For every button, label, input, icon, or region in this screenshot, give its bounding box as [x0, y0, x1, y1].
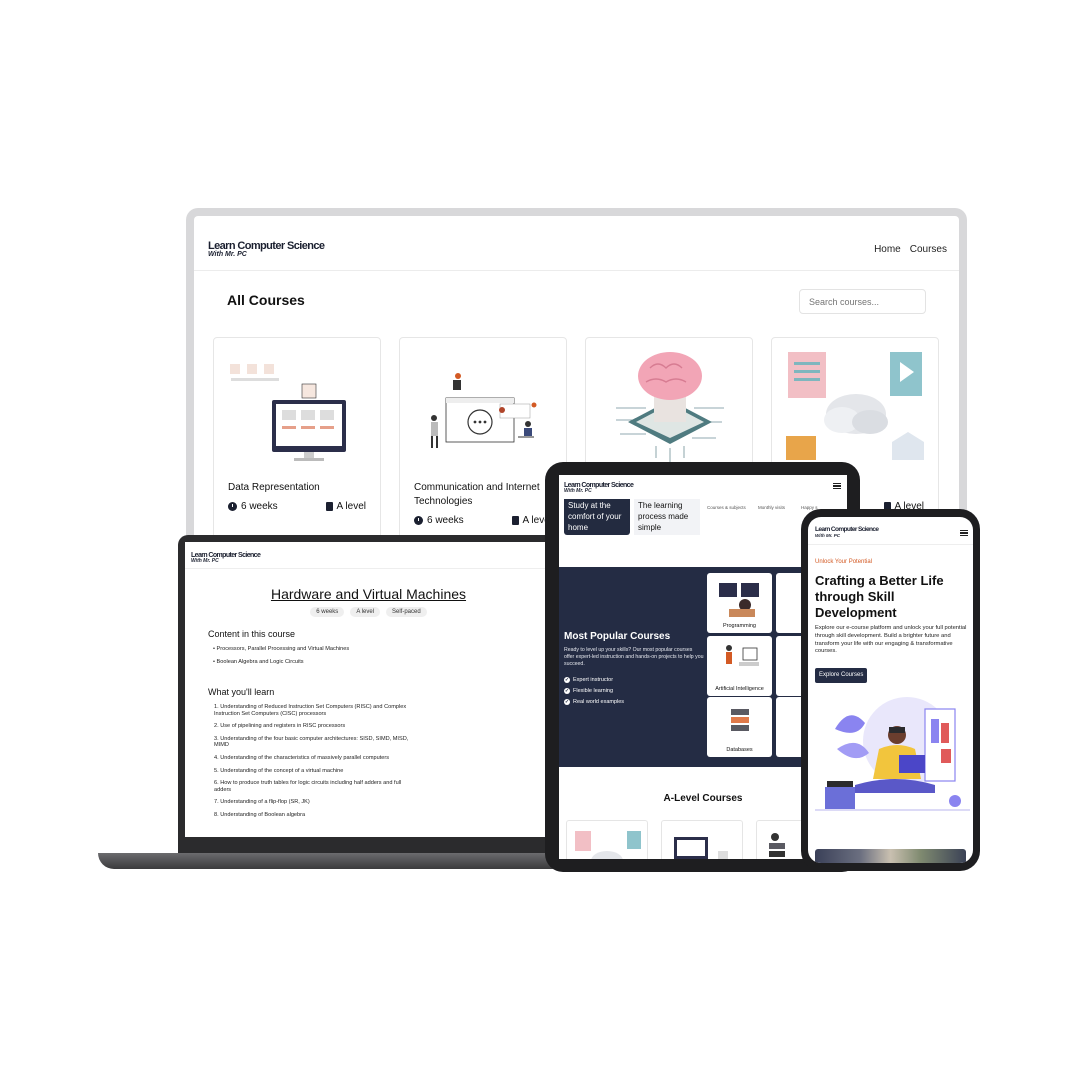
nav-courses-link[interactable]: Courses: [910, 244, 947, 255]
clock-icon: [228, 502, 237, 511]
menu-icon[interactable]: [960, 530, 968, 536]
brain-chip-illustration: [616, 352, 724, 462]
phone-screen: Learn Computer Science With Mr. PC Unloc…: [808, 517, 973, 863]
menu-icon[interactable]: [833, 483, 841, 489]
tag-level: A level: [350, 607, 380, 617]
course-page-title: Hardware and Virtual Machines: [270, 586, 467, 602]
laptop: Learn Computer Science With Mr. PC Hardw…: [178, 535, 558, 857]
stat-label: Courses & subjects: [707, 505, 746, 510]
database-icon: [731, 709, 749, 731]
laptop-base: [98, 853, 568, 869]
tile-label: Programming: [722, 622, 756, 629]
hero-box-home: Study at the comfort of your home: [564, 499, 630, 535]
nav-home-link[interactable]: Home: [874, 244, 901, 255]
logo-subtext: With Mr. PC: [815, 532, 840, 538]
feature-item: ✓ Expert instructor: [564, 677, 614, 683]
list-item: 3. Understanding of the four basic compu…: [214, 735, 409, 749]
site-logo[interactable]: Learn Computer Science With Mr. PC: [208, 241, 325, 259]
clipboard-icon: [325, 502, 333, 511]
course-duration: 6 weeks: [427, 515, 464, 526]
nav-links: Home Courses: [874, 244, 947, 255]
check-icon: ✓: [564, 699, 570, 705]
course-card-data-representation[interactable]: Data Representation 6 weeks A level: [213, 337, 381, 538]
list-item: • Processors, Parallel Processing and Vi…: [213, 646, 350, 652]
alevel-card[interactable]: [661, 820, 743, 859]
hero-box-simple: The learning process made simple: [634, 499, 700, 535]
tile-databases[interactable]: Databases: [707, 697, 772, 757]
course-title: Data Representation: [228, 482, 320, 493]
site-logo[interactable]: Learn Computer Science With Mr. PC: [564, 482, 634, 494]
hero-title: Crafting a Better Life through Skill Dev…: [815, 573, 944, 620]
course-card-communication[interactable]: Communication and Internet Technologies …: [399, 337, 567, 538]
tile-label: Databases: [726, 746, 753, 753]
photo-strip: [815, 849, 966, 863]
learn-heading: What you'll learn: [208, 687, 275, 697]
logo-subtext: With Mr. PC: [564, 488, 592, 494]
list-item: 1. Understanding of Reduced Instruction …: [214, 704, 407, 717]
clock-icon: [414, 516, 423, 525]
check-icon: ✓: [564, 677, 570, 683]
tag-duration: 6 weeks: [310, 607, 345, 617]
cloud-files-illustration: [786, 352, 924, 460]
course-meta: 6 weeks A level: [414, 515, 552, 526]
content-heading: Content in this course: [208, 629, 296, 639]
tile-label: Artificial Intelligence: [715, 685, 764, 692]
list-item: 8. Understanding of Boolean algebra: [214, 811, 306, 818]
logo-subtext: With Mr. PC: [191, 558, 219, 564]
course-title: Communication and Internet Technologies: [414, 482, 540, 507]
tile-ai[interactable]: Artificial Intelligence: [707, 636, 772, 696]
stat-label: Monthly visits: [758, 505, 786, 510]
course-level: A level: [336, 501, 366, 512]
communication-illustration: [431, 373, 537, 448]
page-title: All Courses: [227, 292, 305, 308]
list-item: 7. Understanding of a flip-flop (SR, JK): [214, 799, 310, 806]
programming-illustration: [719, 583, 759, 617]
student-laptop-illustration: [815, 697, 970, 811]
ai-illustration: [726, 645, 759, 666]
laptop-screen: Learn Computer Science With Mr. PC Hardw…: [185, 542, 552, 837]
course-meta: 6 weeks A level: [228, 501, 366, 512]
computer-thumbnail: [674, 837, 728, 859]
list-item: 5. Understanding of the concept of a vir…: [214, 767, 344, 774]
popular-description: Ready to level up your skills? Our most …: [564, 647, 704, 667]
alevel-card[interactable]: [566, 820, 648, 859]
learn-list: 1. Understanding of Reduced Instruction …: [214, 704, 414, 825]
logo-subtext: With Mr. PC: [208, 251, 247, 258]
feature-item: ✓ Flexible learning: [564, 688, 614, 694]
cloud-files-thumbnail: [575, 831, 641, 859]
list-item: 6. How to produce truth tables for logic…: [214, 780, 402, 793]
laptop-navbar: Learn Computer Science With Mr. PC: [185, 542, 552, 569]
tile-programming[interactable]: Programming: [707, 573, 772, 633]
site-logo[interactable]: Learn Computer Science With Mr. PC: [815, 526, 879, 538]
list-item: 4. Understanding of the characteristics …: [214, 754, 390, 761]
clipboard-icon: [511, 516, 519, 525]
feature-item: ✓ Real world examples: [564, 699, 625, 705]
nav-divider: [808, 544, 973, 545]
tablet-navbar: Learn Computer Science With Mr. PC: [559, 475, 847, 499]
site-logo[interactable]: Learn Computer Science With Mr. PC: [191, 552, 261, 564]
course-duration: 6 weeks: [241, 501, 278, 512]
data-representation-illustration: [230, 364, 346, 461]
hero-kicker: Unlock Your Potential: [815, 559, 873, 565]
list-item: • Boolean Algebra and Logic Circuits: [213, 658, 304, 665]
explore-courses-button[interactable]: Explore Courses: [815, 668, 868, 683]
phone: Learn Computer Science With Mr. PC Unloc…: [801, 509, 980, 871]
content-list: • Processors, Parallel Processing and Vi…: [213, 646, 413, 671]
search-input[interactable]: [799, 289, 926, 314]
course-tags: 6 weeks A level Self-paced: [185, 607, 552, 617]
popular-title: Most Popular Courses: [564, 631, 671, 642]
tag-pace: Self-paced: [386, 607, 427, 617]
check-icon: ✓: [564, 688, 570, 694]
hero-description: Explore our e-course platform and unlock…: [815, 625, 967, 655]
list-item: 2. Use of pipelining and registers in RI…: [214, 723, 346, 730]
desktop-navbar: Learn Computer Science With Mr. PC Home …: [194, 216, 959, 271]
